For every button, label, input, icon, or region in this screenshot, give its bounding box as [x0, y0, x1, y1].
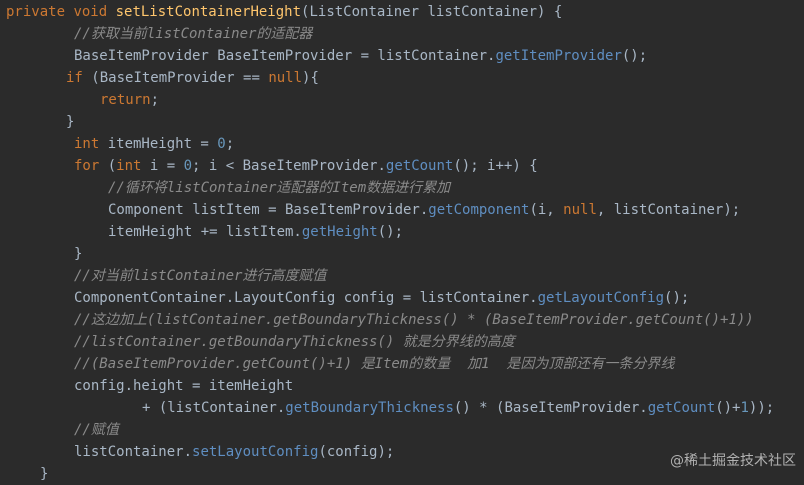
code-token: Component listItem = BaseItemProvider. — [108, 202, 429, 218]
code-token: ; — [225, 136, 235, 152]
code-line: //listContainer.getBoundaryThickness() 就… — [74, 331, 515, 353]
code-token: //获取当前listContainer的适配器 — [74, 26, 313, 42]
code-token: getLayoutConfig — [537, 290, 665, 306]
code-token: ; — [150, 92, 160, 108]
code-line: BaseItemProvider BaseItemProvider = list… — [74, 45, 647, 67]
code-token: setLayoutConfig — [192, 444, 319, 460]
code-token: )); — [748, 400, 775, 416]
code-line: config.height = itemHeight — [74, 375, 293, 397]
code-line: } — [74, 243, 82, 265]
code-line: } — [66, 111, 74, 133]
code-token: (i, — [529, 202, 564, 218]
code-token: //对当前listContainer进行高度赋值 — [74, 268, 327, 284]
code-line: int itemHeight = 0; — [74, 133, 234, 155]
code-line: + (listContainer.getBoundaryThickness() … — [142, 397, 774, 419]
code-line: listContainer.setLayoutConfig(config); — [74, 441, 394, 463]
code-token: int — [74, 136, 108, 152]
code-token: getItemProvider — [495, 48, 622, 64]
code-token: listContainer. — [74, 444, 193, 460]
code-token: for — [74, 158, 108, 174]
code-token: getComponent — [428, 202, 530, 218]
code-token: //(BaseItemProvider.getCount()+1) 是Item的… — [74, 356, 675, 372]
code-token: config.height = itemHeight — [74, 378, 294, 394]
code-token: ()+ — [715, 400, 741, 416]
code-token: itemHeight += listItem. — [108, 224, 302, 240]
code-line: //这边加上(listContainer.getBoundaryThicknes… — [74, 309, 754, 331]
code-token: () * (BaseItemProvider. — [453, 400, 648, 416]
code-token: 0 — [217, 136, 226, 152]
code-token: (); — [621, 48, 648, 64]
code-editor[interactable]: private void setListContainerHeight(List… — [0, 0, 804, 482]
code-token: null — [563, 202, 597, 218]
code-token: , listContainer); — [596, 202, 741, 218]
code-token: (); — [377, 224, 404, 240]
code-token: //赋值 — [74, 422, 119, 438]
watermark-text: @稀土掘金技术社区 — [670, 453, 796, 469]
code-token: getHeight — [301, 224, 378, 240]
code-token: if — [66, 70, 92, 86]
code-token: } — [66, 114, 75, 130]
code-token: ; i < BaseItemProvider. — [192, 158, 386, 174]
code-token: getBoundaryThickness — [285, 400, 454, 416]
code-line: //循环将listContainer适配器的Item数据进行累加 — [108, 177, 450, 199]
code-line: Component listItem = BaseItemProvider.ge… — [108, 199, 740, 221]
code-line: if (BaseItemProvider == null){ — [66, 67, 319, 89]
code-token: 1 — [740, 400, 749, 416]
code-token: (); i++) { — [453, 158, 538, 174]
code-token: void — [73, 4, 116, 20]
code-token: (config); — [318, 444, 395, 460]
code-token: //循环将listContainer适配器的Item数据进行累加 — [108, 180, 451, 196]
code-token: (); — [664, 290, 690, 306]
code-token: //listContainer.getBoundaryThickness() 就… — [74, 334, 515, 350]
code-line: for (int i = 0; i < BaseItemProvider.get… — [74, 155, 538, 177]
code-line: return; — [100, 89, 159, 111]
code-line: //(BaseItemProvider.getCount()+1) 是Item的… — [74, 353, 674, 375]
code-token: 0 — [183, 158, 193, 174]
code-token: } — [74, 246, 83, 262]
code-token: ){ — [302, 70, 319, 86]
code-line: } — [40, 463, 48, 485]
code-line: //赋值 — [74, 419, 119, 441]
code-token: ( — [107, 158, 117, 174]
code-token: BaseItemProvider BaseItemProvider = list… — [74, 48, 496, 64]
code-line: //对当前listContainer进行高度赋值 — [74, 265, 326, 287]
code-token: int — [116, 158, 150, 174]
code-token: return — [100, 92, 151, 108]
code-token: itemHeight = — [107, 136, 218, 152]
code-token: getCount — [647, 400, 716, 416]
code-token: null — [268, 70, 303, 86]
code-token: setListContainerHeight — [115, 4, 302, 20]
code-token: //这边加上(listContainer.getBoundaryThicknes… — [74, 312, 754, 328]
code-line: itemHeight += listItem.getHeight(); — [108, 221, 403, 243]
code-token: ComponentContainer.LayoutConfig config =… — [74, 290, 538, 306]
code-token: i = — [149, 158, 184, 174]
code-token: } — [40, 466, 49, 482]
code-line: ComponentContainer.LayoutConfig config =… — [74, 287, 689, 309]
code-token: getCount — [385, 158, 454, 174]
code-line: //获取当前listContainer的适配器 — [74, 23, 312, 45]
code-token: (ListContainer listContainer) { — [301, 4, 563, 20]
code-token: (BaseItemProvider == — [91, 70, 269, 86]
code-token: + (listContainer. — [142, 400, 286, 416]
code-token: private — [6, 4, 74, 20]
code-line: private void setListContainerHeight(List… — [6, 1, 562, 23]
